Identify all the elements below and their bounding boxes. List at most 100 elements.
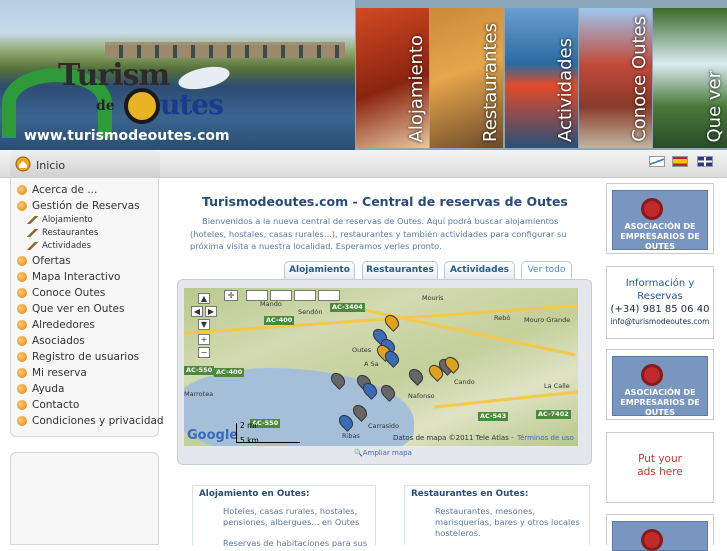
map-marker[interactable]	[406, 366, 426, 386]
road-label: AC-550	[184, 366, 215, 375]
sidebar-item-label: Mi reserva	[32, 367, 87, 379]
bullet-icon	[17, 272, 27, 282]
home-label[interactable]: Inicio	[36, 159, 65, 172]
panel-label: Conoce Outes	[629, 16, 650, 142]
ad-line: OUTES	[645, 242, 675, 251]
map-town: Ribas	[342, 432, 360, 440]
banner-panel-restaurantes[interactable]: Restaurantes	[430, 8, 503, 148]
enlarge-map-label: Ampliar mapa	[362, 449, 412, 457]
banner-panel-que-ver[interactable]: Que ver	[653, 8, 727, 148]
sidebar-item-ofertas[interactable]: Ofertas	[17, 255, 71, 267]
pan-up-icon[interactable]: ▲	[198, 293, 210, 304]
subitem-icon	[27, 216, 38, 224]
map-town: Carrasido	[368, 422, 400, 430]
sidebar-item-que-ver[interactable]: Que ver en Outes	[17, 303, 124, 315]
sidebar-subitem-actividades[interactable]: Actividades	[27, 241, 91, 251]
sidebar-subitem-restaurantes[interactable]: Restaurantes	[27, 228, 98, 238]
tab-actividades[interactable]: Actividades	[444, 261, 515, 280]
panel-label: Alojamiento	[406, 34, 427, 142]
bullet-icon	[17, 320, 27, 330]
tab-restaurantes[interactable]: Restaurantes	[362, 261, 438, 280]
box-restaurantes: Restaurantes en Outes: Restaurantes, mes…	[404, 485, 590, 545]
sidebar-item-acerca[interactable]: Acerca de ...	[17, 184, 97, 196]
map-road	[336, 302, 576, 357]
sidebar-item-gestion-reservas[interactable]: Gestión de Reservas	[17, 200, 140, 212]
sidebar-item-mi-reserva[interactable]: Mi reserva	[17, 367, 87, 379]
box-title[interactable]: Alojamiento en Outes:	[199, 489, 310, 499]
banner-panel-alojamiento[interactable]: Alojamiento	[356, 8, 429, 148]
sidebar-subitem-alojamiento[interactable]: Alojamiento	[27, 215, 93, 225]
map-town: Marrotea	[184, 390, 214, 398]
sidebar-item-conoce-outes[interactable]: Conoce Outes	[17, 287, 105, 299]
logo-o-icon	[124, 88, 160, 124]
ad-asociacion-2[interactable]: ASOCIACIÓN DE EMPRESARIOS DE OUTES	[606, 349, 714, 420]
pan-right-icon[interactable]: ▶	[205, 306, 217, 317]
road-label: AC-400	[264, 316, 295, 325]
scale-miles: 2 mi	[240, 421, 257, 430]
map-type-satellite-icon[interactable]	[270, 290, 292, 301]
sidebar-item-contacto[interactable]: Contacto	[17, 399, 79, 411]
ad-line: ASOCIACIÓN DE	[624, 222, 696, 231]
banner-panel-actividades[interactable]: Actividades	[505, 8, 578, 148]
flag-spanish-icon[interactable]	[672, 156, 688, 167]
ad-asociacion[interactable]: ASOCIACIÓN DE EMPRESARIOS DE OUTES	[606, 183, 714, 254]
banner-panel-conoce-outes[interactable]: Conoce Outes	[579, 8, 652, 148]
sidebar-secondary-box	[10, 452, 159, 545]
bridge-image	[105, 42, 345, 58]
ad-asociacion-banner: ASOCIACIÓN DE EMPRESARIOS DE OUTES	[612, 190, 708, 251]
box-line: Hoteles, casas rurales, hostales,	[223, 506, 358, 516]
ad-info-phone: (+34) 981 85 06 40	[610, 304, 710, 315]
map-type-terrain-icon[interactable]	[318, 290, 340, 301]
map-type-map-icon[interactable]	[246, 290, 268, 301]
flag-english-icon[interactable]	[697, 156, 713, 167]
bullet-icon	[17, 185, 27, 195]
site-url[interactable]: www.turismodeoutes.com	[24, 128, 230, 144]
sidebar-item-label: Conoce Outes	[32, 287, 106, 299]
zoom-out-icon[interactable]: −	[198, 347, 210, 358]
flag-galician-icon[interactable]	[649, 156, 665, 167]
sidebar-item-condiciones[interactable]: Condiciones y privacidad	[17, 415, 164, 427]
sidebar-item-mapa[interactable]: Mapa Interactivo	[17, 271, 120, 283]
bullet-icon	[17, 201, 27, 211]
ad-info-reservas[interactable]: Información y Reservas (+34) 981 85 06 4…	[606, 266, 714, 339]
map-type-hybrid-icon[interactable]	[294, 290, 316, 301]
map-town: La Calle	[544, 382, 570, 390]
box-line: hosteleros.	[435, 528, 481, 538]
tab-alojamiento[interactable]: Alojamiento	[284, 261, 355, 280]
ad-asociacion-3[interactable]	[606, 514, 714, 551]
ad-info-title: Información y	[625, 278, 695, 289]
sidebar-item-label: Mapa Interactivo	[32, 271, 121, 283]
map-town: Outes	[352, 346, 372, 354]
box-line: marisquerías, bares y otros locales	[435, 517, 580, 527]
ad-put-line: Put your	[638, 453, 682, 465]
association-logo-icon	[641, 364, 663, 386]
center-map-icon[interactable]: ✛	[224, 290, 238, 301]
map-terms-link[interactable]: Términos de uso	[517, 434, 574, 442]
bullet-icon	[17, 256, 27, 266]
sidebar-item-label: Acerca de ...	[32, 184, 98, 196]
home-tab[interactable]	[10, 150, 160, 178]
banner-photo: Turism de utes www.turismodeoutes.com	[0, 0, 355, 150]
sidebar-item-ayuda[interactable]: Ayuda	[17, 383, 64, 395]
enlarge-map-link[interactable]: 🔍Ampliar mapa	[354, 449, 412, 457]
bullet-icon	[17, 304, 27, 314]
intro-text: Bienvenidos a la nueva central de reserv…	[190, 216, 567, 251]
sidebar-item-asociados[interactable]: Asociados	[17, 335, 85, 347]
pan-left-icon[interactable]: ◀	[191, 306, 203, 317]
scale-km: 5 km	[240, 436, 259, 445]
map-town: Mouro Grande	[524, 316, 571, 324]
sidebar-item-label: Alrededores	[32, 319, 95, 331]
subitem-icon	[27, 242, 38, 250]
sidebar-item-registro[interactable]: Registro de usuarios	[17, 351, 139, 363]
map-town: Mouris	[422, 294, 444, 302]
association-logo-icon	[641, 198, 663, 220]
pan-down-icon[interactable]: ▼	[198, 319, 210, 330]
logo-text-turismo: Turism	[58, 58, 170, 93]
sidebar-item-alrededores[interactable]: Alrededores	[17, 319, 95, 331]
tab-ver-todo[interactable]: Ver todo	[521, 261, 572, 280]
ad-info-mail[interactable]: info@turismodeoutes.com	[607, 317, 713, 326]
ad-asociacion-banner	[612, 521, 708, 551]
zoom-in-icon[interactable]: +	[198, 334, 210, 345]
box-title[interactable]: Restaurantes en Outes:	[411, 489, 528, 499]
ad-put-your-ads[interactable]: Put your ads here	[606, 432, 714, 503]
